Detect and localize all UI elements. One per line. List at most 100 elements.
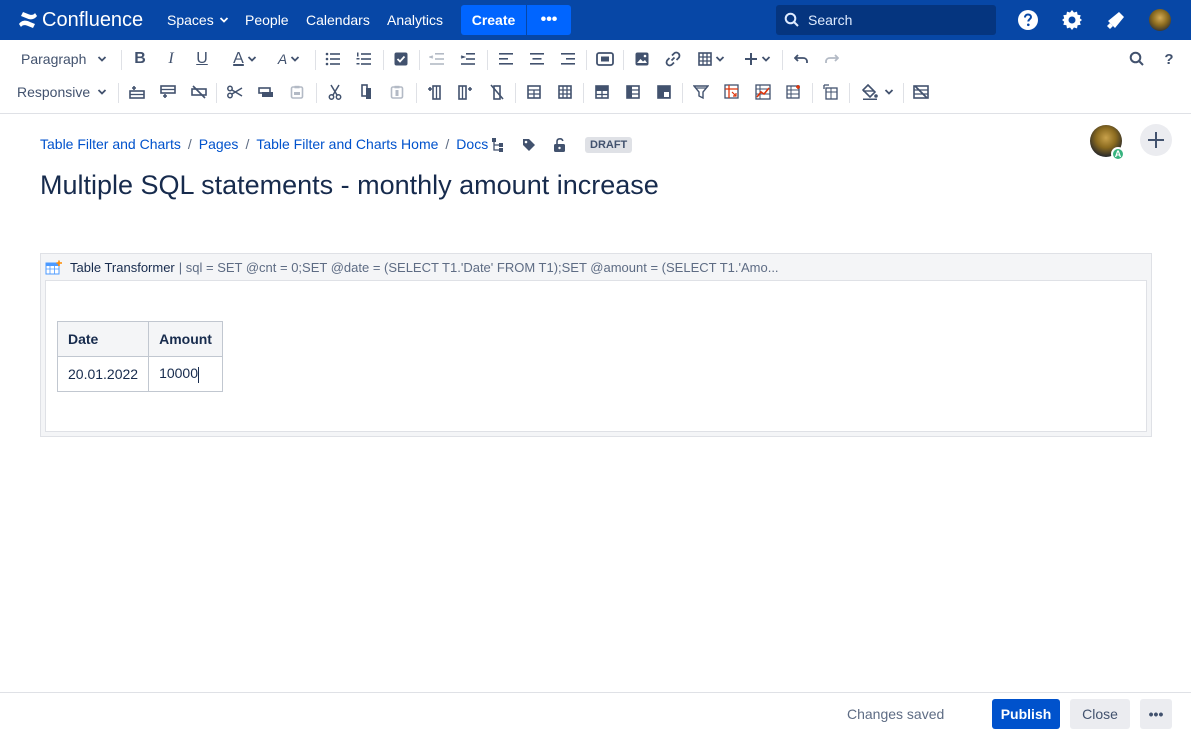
cell-background-color-icon[interactable] [859, 80, 897, 104]
create-button[interactable]: Create [461, 5, 526, 35]
breadcrumb-pages[interactable]: Pages [199, 136, 239, 152]
toolbar-divider [586, 50, 587, 70]
toolbar-divider [812, 83, 813, 103]
help-icon[interactable] [1016, 8, 1040, 32]
toolbar-divider [849, 83, 850, 103]
table-transformer-macro[interactable]: Table Transformer | sql = SET @cnt = 0;S… [40, 253, 1152, 437]
image-icon[interactable] [633, 47, 651, 71]
table-header-date[interactable]: Date [56, 321, 150, 357]
nav-analytics[interactable]: Analytics [387, 12, 443, 28]
paragraph-style-dropdown[interactable]: Paragraph [16, 47, 112, 71]
restrictions-unlock-icon[interactable] [551, 136, 569, 154]
align-center-icon[interactable] [528, 47, 546, 71]
task-checkbox-icon[interactable] [392, 47, 410, 71]
macro-header[interactable]: Table Transformer | sql = SET @cnt = 0;S… [45, 258, 779, 276]
link-icon[interactable] [664, 47, 682, 71]
toolbar-divider [216, 83, 217, 103]
redo-icon[interactable] [823, 47, 841, 71]
toolbar-divider [623, 50, 624, 70]
paste-column-icon[interactable] [388, 80, 406, 104]
table-spreadsheet-icon[interactable] [785, 80, 803, 104]
pivot-table-icon[interactable] [723, 80, 741, 104]
insert-row-above-icon[interactable] [128, 80, 146, 104]
breadcrumb: Table Filter and Charts / Pages / Table … [40, 136, 488, 152]
split-cells-icon[interactable] [556, 80, 574, 104]
table-header-amount[interactable]: Amount [148, 321, 224, 357]
toolbar-divider [315, 50, 316, 70]
logo-text: Confluence [42, 8, 144, 31]
table-width-dropdown[interactable]: Responsive [14, 80, 110, 104]
confluence-logo[interactable]: Confluence [18, 8, 143, 32]
nav-people[interactable]: People [245, 12, 289, 28]
cell-highlight-icon[interactable] [655, 80, 673, 104]
table-filter-funnel-icon[interactable] [692, 80, 710, 104]
top-navigation: Confluence Spaces People Calendars Analy… [0, 0, 1191, 40]
header-row-icon[interactable] [593, 80, 611, 104]
toolbar-divider [583, 83, 584, 103]
add-collaborator-button[interactable] [1140, 124, 1172, 156]
toolbar-bottom-border [0, 113, 1191, 114]
breadcrumb-docs[interactable]: Docs [456, 136, 488, 152]
nav-calendars[interactable]: Calendars [306, 12, 370, 28]
notifications-megaphone-icon[interactable] [1104, 8, 1128, 32]
toolbar-divider [515, 83, 516, 103]
nav-spaces[interactable]: Spaces [167, 12, 229, 28]
insert-column-before-icon[interactable] [426, 80, 444, 104]
paragraph-style-label: Paragraph [21, 51, 87, 67]
delete-column-icon[interactable] [488, 80, 506, 104]
underline-icon[interactable]: U [192, 47, 212, 71]
search-box[interactable] [776, 5, 996, 35]
find-replace-search-icon[interactable] [1128, 47, 1146, 71]
keyboard-help-icon[interactable]: ? [1160, 47, 1178, 71]
publish-button[interactable]: Publish [992, 699, 1060, 729]
copy-row-icon[interactable] [257, 80, 275, 104]
table-transformer-icon[interactable] [822, 80, 840, 104]
italic-icon[interactable]: I [161, 47, 181, 71]
macro-name: Table Transformer [70, 259, 175, 275]
plus-icon [1148, 132, 1164, 148]
settings-gear-icon[interactable] [1060, 8, 1084, 32]
page-layout-icon[interactable] [595, 47, 615, 71]
numbered-list-icon[interactable] [355, 47, 373, 71]
insert-column-after-icon[interactable] [457, 80, 475, 104]
chart-from-table-icon[interactable] [754, 80, 772, 104]
table-cell-date[interactable]: 20.01.2022 [56, 356, 150, 392]
copy-column-icon[interactable] [357, 80, 375, 104]
undo-icon[interactable] [792, 47, 810, 71]
align-left-icon[interactable] [497, 47, 515, 71]
table-row: 20.01.2022 10000 [56, 356, 224, 392]
merge-cells-icon[interactable] [525, 80, 543, 104]
insert-more-icon[interactable] [740, 47, 774, 71]
close-button[interactable]: Close [1070, 699, 1130, 729]
more-actions-button[interactable]: ••• [1140, 699, 1172, 729]
label-tag-icon[interactable] [520, 136, 538, 154]
table-cell-amount-value: 10000 [159, 365, 199, 382]
delete-table-icon[interactable] [912, 80, 930, 104]
table-insert-icon[interactable] [694, 47, 728, 71]
insert-row-below-icon[interactable] [159, 80, 177, 104]
page-title[interactable]: Multiple SQL statements - monthly amount… [40, 170, 659, 201]
header-column-icon[interactable] [624, 80, 642, 104]
breadcrumb-space[interactable]: Table Filter and Charts [40, 136, 181, 152]
table-transformer-macro-icon [45, 260, 62, 274]
macro-body[interactable]: Date Amount 20.01.2022 10000 [45, 280, 1147, 432]
paste-row-icon[interactable] [288, 80, 306, 104]
bold-icon[interactable]: B [130, 47, 150, 71]
user-avatar[interactable] [1148, 8, 1172, 32]
text-cursor [198, 366, 200, 383]
indent-icon[interactable] [459, 47, 477, 71]
clear-formatting-icon[interactable]: A [272, 47, 306, 71]
cut-row-scissors-icon[interactable] [226, 80, 244, 104]
breadcrumb-home[interactable]: Table Filter and Charts Home [256, 136, 438, 152]
bullet-list-icon[interactable] [324, 47, 342, 71]
align-right-icon[interactable] [559, 47, 577, 71]
page-tree-icon[interactable] [489, 136, 507, 154]
text-color-icon[interactable]: A [228, 47, 262, 71]
chevron-down-icon [97, 89, 107, 95]
cut-column-scissors-icon[interactable] [326, 80, 344, 104]
create-more-button[interactable]: ••• [526, 5, 571, 35]
table-cell-amount[interactable]: 10000 [148, 356, 224, 392]
outdent-icon[interactable] [428, 47, 446, 71]
search-input[interactable] [808, 12, 988, 28]
delete-row-icon[interactable] [190, 80, 208, 104]
